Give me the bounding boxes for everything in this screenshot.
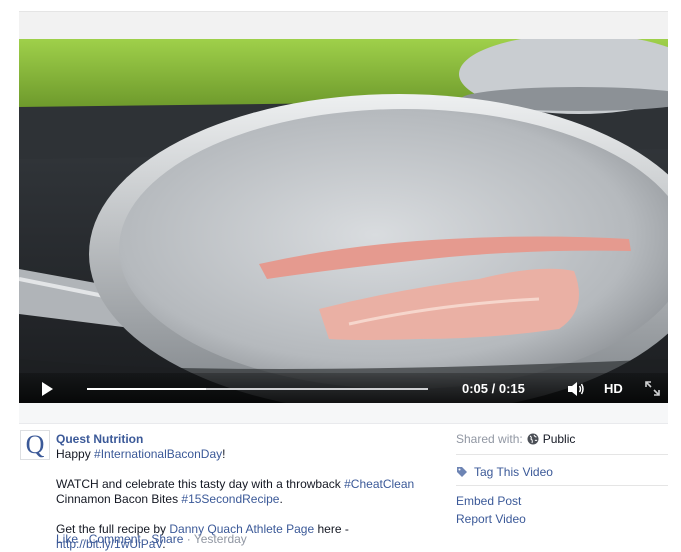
separator: · [183, 532, 194, 546]
video-controls: 0:05 / 0:15 HD [19, 373, 668, 403]
fullscreen-icon[interactable] [645, 381, 660, 396]
post-line-3: Cinnamon Bacon Bites #15SecondRecipe. [56, 492, 436, 507]
post-line-2: WATCH and celebrate this tasty day with … [56, 477, 436, 492]
progress-bar[interactable] [87, 388, 428, 390]
report-video-row: Report Video [456, 512, 526, 526]
separator: · [140, 532, 152, 546]
time-display: 0:05 / 0:15 [462, 381, 525, 396]
progress-fill [87, 388, 207, 390]
post-actions: Like · Comment · Share · Yesterday [56, 532, 247, 546]
hd-button[interactable]: HD [604, 381, 623, 396]
hashtag-link[interactable]: #InternationalBaconDay [94, 447, 222, 461]
shared-with-row: Shared with: Public [456, 432, 575, 446]
separator: · [78, 532, 89, 546]
text-fragment: ! [222, 447, 226, 461]
like-link[interactable]: Like [56, 532, 78, 546]
report-video-link[interactable]: Report Video [456, 512, 526, 526]
text-fragment: . [279, 492, 283, 506]
timestamp[interactable]: Yesterday [194, 532, 247, 546]
video-frame-image [19, 39, 668, 403]
author-name[interactable]: Quest Nutrition [56, 432, 436, 447]
tag-video-link[interactable]: Tag This Video [474, 465, 553, 479]
share-link[interactable]: Share [151, 532, 183, 546]
video-footer-bar [19, 403, 668, 424]
play-icon[interactable] [39, 381, 55, 397]
text-fragment: Cinnamon Bacon Bites [56, 492, 182, 506]
divider [456, 485, 668, 486]
globe-icon [527, 433, 539, 445]
top-bar [19, 11, 668, 40]
embed-post-link[interactable]: Embed Post [456, 494, 521, 508]
post-line-1: Happy #InternationalBaconDay! [56, 447, 436, 462]
text-fragment: WATCH and celebrate this tasty day with … [56, 477, 345, 491]
divider [456, 454, 668, 455]
hashtag-link[interactable]: #CheatClean [344, 477, 414, 491]
shared-with-label: Shared with: [456, 432, 523, 446]
hashtag-link[interactable]: #15SecondRecipe [181, 492, 279, 506]
tag-icon [457, 467, 467, 477]
embed-post-row: Embed Post [456, 494, 521, 508]
volume-icon[interactable] [567, 381, 585, 397]
avatar[interactable]: Q [20, 430, 50, 460]
text-fragment: here - [314, 522, 349, 536]
audience-label[interactable]: Public [543, 432, 576, 446]
video-player[interactable]: 0:05 / 0:15 HD [19, 39, 668, 403]
tag-video-row[interactable]: Tag This Video [456, 465, 553, 479]
comment-link[interactable]: Comment [89, 532, 141, 546]
text-fragment: Happy [56, 447, 95, 461]
